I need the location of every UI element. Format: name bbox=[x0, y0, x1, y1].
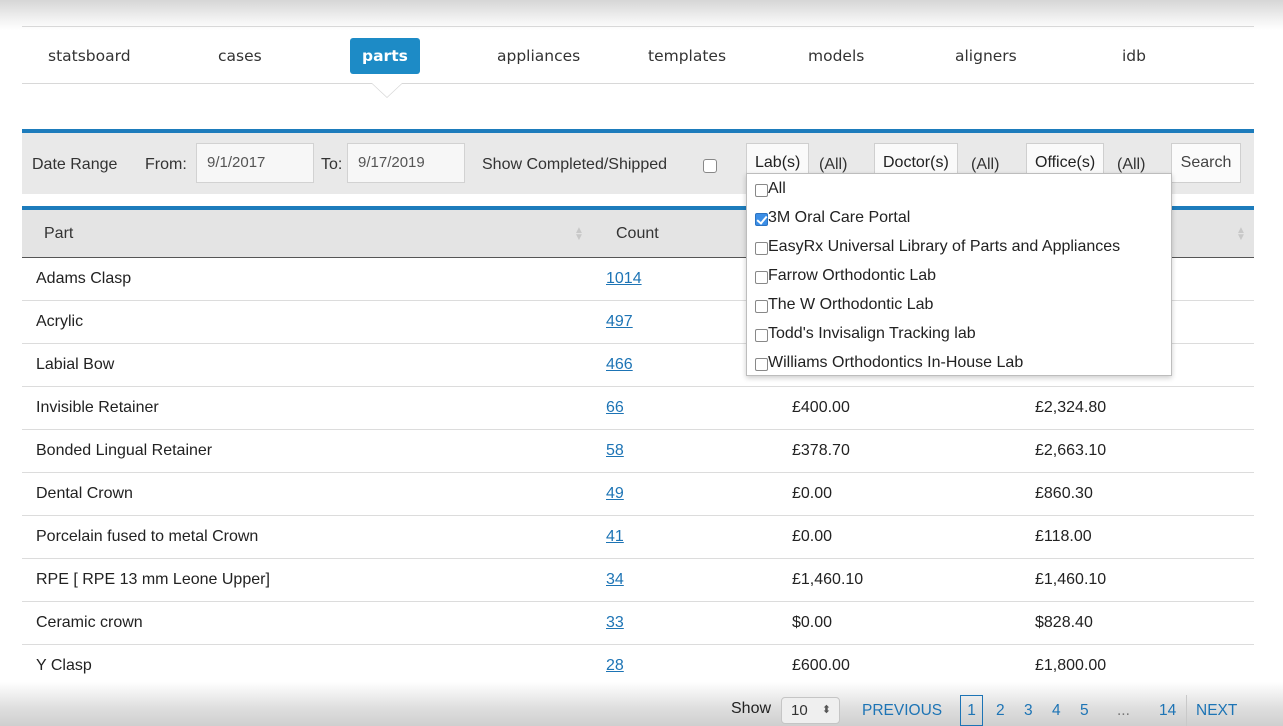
checkbox-icon[interactable] bbox=[755, 300, 768, 313]
lab-option-label: Williams Orthodontics In-House Lab bbox=[768, 354, 1024, 371]
tab-models[interactable]: models bbox=[808, 38, 864, 74]
part-name: Adams Clasp bbox=[36, 270, 132, 287]
checkbox-icon[interactable] bbox=[755, 184, 768, 197]
price-value: £0.00 bbox=[792, 485, 833, 502]
part-name: Labial Bow bbox=[36, 356, 115, 373]
checkbox-icon[interactable] bbox=[755, 271, 768, 284]
checkbox-icon[interactable] bbox=[755, 329, 768, 342]
from-date-input[interactable]: 9/1/2017 bbox=[196, 143, 314, 183]
doctor-filter-value: (All) bbox=[971, 156, 1000, 173]
nav-bottom-divider bbox=[22, 83, 1254, 84]
search-button[interactable]: Search bbox=[1171, 143, 1241, 183]
page-14-link[interactable]: 14 bbox=[1159, 702, 1176, 720]
column-header-count[interactable]: Count bbox=[616, 225, 659, 243]
price-value: £378.70 bbox=[792, 442, 850, 459]
checkbox-icon[interactable] bbox=[755, 358, 768, 371]
count-link[interactable]: 66 bbox=[606, 399, 624, 417]
lab-option-label: All bbox=[768, 180, 786, 197]
count-link[interactable]: 58 bbox=[606, 442, 624, 460]
total-value: £118.00 bbox=[1035, 528, 1092, 545]
sort-icon[interactable]: ▲ ▼ bbox=[574, 226, 584, 243]
lab-option-label: Farrow Orthodontic Lab bbox=[768, 267, 937, 284]
lab-option-label: Todd's Invisalign Tracking lab bbox=[768, 325, 976, 342]
tab-appliances[interactable]: appliances bbox=[497, 38, 580, 74]
bottom-shadow bbox=[0, 682, 1283, 726]
sort-icon[interactable]: ▲ ▼ bbox=[1236, 226, 1246, 243]
part-name: Invisible Retainer bbox=[36, 399, 159, 416]
price-value: £600.00 bbox=[792, 657, 850, 674]
part-name: Porcelain fused to metal Crown bbox=[36, 528, 259, 545]
count-link[interactable]: 497 bbox=[606, 313, 633, 331]
total-value: £860.30 bbox=[1035, 485, 1093, 502]
total-value: $828.40 bbox=[1035, 614, 1093, 631]
table-row: Porcelain fused to metal Crown 41 £0.00 … bbox=[22, 516, 1254, 559]
office-filter-value: (All) bbox=[1117, 156, 1146, 173]
page-3-link[interactable]: 3 bbox=[1024, 702, 1033, 720]
show-completed-label: Show Completed/Shipped bbox=[482, 156, 668, 173]
tab-idb[interactable]: idb bbox=[1122, 38, 1146, 74]
total-value: £1,460.10 bbox=[1035, 571, 1107, 588]
page-5-link[interactable]: 5 bbox=[1080, 702, 1089, 720]
count-link[interactable]: 28 bbox=[606, 657, 624, 675]
select-arrows-icon: ⬍ bbox=[821, 704, 831, 716]
price-value: $0.00 bbox=[792, 614, 833, 631]
date-range-label: Date Range bbox=[32, 156, 118, 173]
count-link[interactable]: 33 bbox=[606, 614, 624, 632]
part-name: Bonded Lingual Retainer bbox=[36, 442, 213, 459]
part-name: RPE [ RPE 13 mm Leone Upper] bbox=[36, 571, 270, 588]
next-page-link[interactable]: NEXT bbox=[1196, 702, 1237, 720]
table-row: RPE [ RPE 13 mm Leone Upper] 34 £1,460.1… bbox=[22, 559, 1254, 602]
total-value: £2,324.80 bbox=[1035, 399, 1107, 416]
table-row: Ceramic crown 33 $0.00 $828.40 bbox=[22, 602, 1254, 645]
show-completed-checkbox[interactable] bbox=[703, 159, 717, 173]
to-date-input[interactable]: 9/17/2019 bbox=[347, 143, 465, 183]
pagination-divider bbox=[1186, 695, 1187, 726]
tab-aligners[interactable]: aligners bbox=[955, 38, 1017, 74]
tab-parts[interactable]: parts bbox=[350, 38, 420, 74]
from-label: From: bbox=[145, 156, 187, 173]
page-1-current[interactable]: 1 bbox=[960, 695, 983, 726]
part-name: Acrylic bbox=[36, 313, 84, 330]
pagination-ellipsis: ... bbox=[1117, 702, 1130, 719]
part-name: Y Clasp bbox=[36, 657, 92, 674]
table-row: Invisible Retainer 66 £400.00 £2,324.80 bbox=[22, 387, 1254, 430]
show-label: Show bbox=[731, 700, 772, 717]
page-2-link[interactable]: 2 bbox=[996, 702, 1005, 720]
lab-option-label: 3M Oral Care Portal bbox=[768, 209, 911, 226]
table-row: Dental Crown 49 £0.00 £860.30 bbox=[22, 473, 1254, 516]
count-link[interactable]: 1014 bbox=[606, 270, 642, 288]
part-name: Dental Crown bbox=[36, 485, 133, 502]
lab-dropdown-menu: All 3M Oral Care Portal EasyRx Universal… bbox=[746, 173, 1172, 376]
price-value: £1,460.10 bbox=[792, 571, 864, 588]
tab-statsboard[interactable]: statsboard bbox=[48, 38, 131, 74]
count-link[interactable]: 34 bbox=[606, 571, 624, 589]
price-value: £0.00 bbox=[792, 528, 833, 545]
count-link[interactable]: 49 bbox=[606, 485, 624, 503]
previous-page-link[interactable]: PREVIOUS bbox=[862, 702, 942, 720]
page-size-select[interactable]: 10 ⬍ bbox=[781, 697, 840, 724]
lab-filter-value: (All) bbox=[819, 156, 848, 173]
to-label: To: bbox=[321, 156, 343, 173]
total-value: £2,663.10 bbox=[1035, 442, 1107, 459]
lab-option-label: The W Orthodontic Lab bbox=[768, 296, 934, 313]
part-name: Ceramic crown bbox=[36, 614, 143, 631]
checkbox-icon[interactable] bbox=[755, 242, 768, 255]
column-header-part[interactable]: Part bbox=[44, 225, 73, 243]
tab-templates[interactable]: templates bbox=[648, 38, 726, 74]
count-link[interactable]: 466 bbox=[606, 356, 633, 374]
nav-top-divider bbox=[22, 26, 1254, 27]
tab-cases[interactable]: cases bbox=[218, 38, 262, 74]
price-value: £400.00 bbox=[792, 399, 850, 416]
lab-option-label: EasyRx Universal Library of Parts and Ap… bbox=[768, 238, 1121, 255]
count-link[interactable]: 41 bbox=[606, 528, 624, 546]
checkbox-checked-icon[interactable] bbox=[755, 213, 768, 226]
page-4-link[interactable]: 4 bbox=[1052, 702, 1061, 720]
total-value: £1,800.00 bbox=[1035, 657, 1107, 674]
table-row: Bonded Lingual Retainer 58 £378.70 £2,66… bbox=[22, 430, 1254, 473]
page-size-value: 10 bbox=[791, 702, 808, 719]
